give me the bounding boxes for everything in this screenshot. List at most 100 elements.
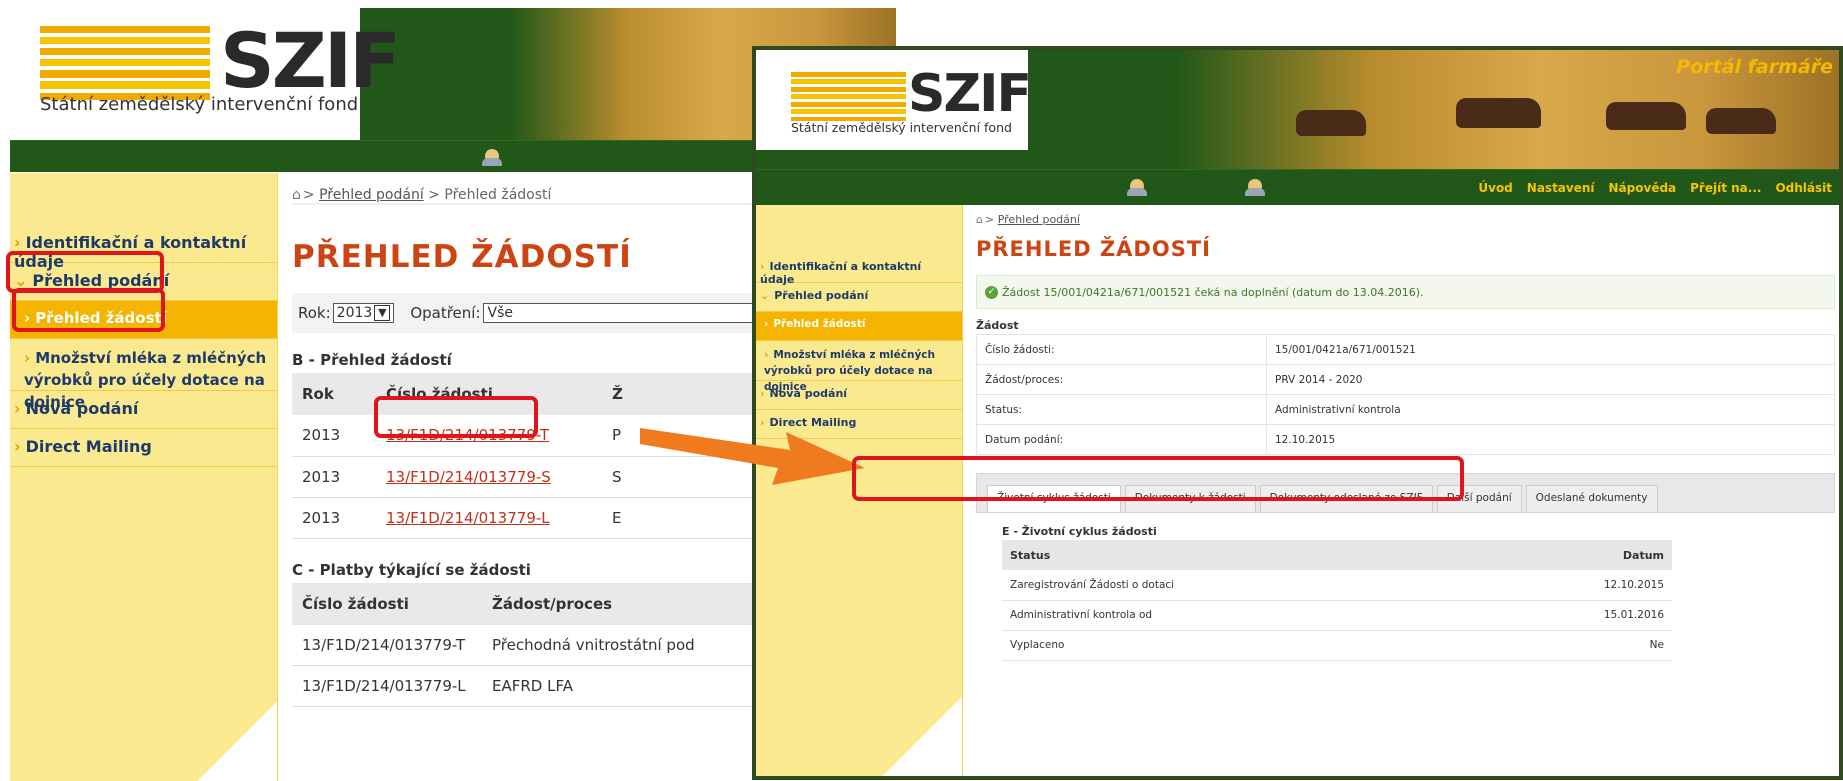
screenshot-stage: SZIF Státní zemědělský intervenční fond …	[0, 0, 1843, 781]
detail-value: 15/001/0421a/671/001521	[1266, 334, 1835, 365]
detail-value: Administrativní kontrola	[1266, 394, 1835, 425]
sidebar-item-label: Direct Mailing	[25, 437, 152, 456]
home-icon[interactable]: ⌂	[976, 213, 983, 226]
breadcrumb-link[interactable]: Přehled podání	[998, 213, 1080, 226]
sidebar-item-identification[interactable]: › Identifikační a kontaktní údaje	[756, 254, 962, 286]
sidebar-item-direct-mailing[interactable]: › Direct Mailing	[10, 429, 277, 467]
tab-bar: Životní cyklus žádosti Dokumenty k žádos…	[976, 473, 1835, 513]
request-link[interactable]: 13/F1D/214/013779-L	[376, 497, 602, 539]
sidebar-item-submissions[interactable]: ⌄ Přehled podání	[756, 283, 962, 312]
chevron-right-icon: ›	[14, 399, 21, 418]
sidebar-item-direct-mailing[interactable]: › Direct Mailing	[756, 410, 962, 439]
column-header: Datum	[1466, 540, 1672, 570]
sidebar-item-requests[interactable]: › Přehled žádostí	[756, 312, 962, 341]
cell-date: 15.01.2016	[1466, 600, 1672, 631]
zadost-table: Číslo žádosti: 15/001/0421a/671/001521 Žá…	[976, 334, 1835, 455]
chevron-right-icon: ›	[24, 349, 31, 367]
year-select[interactable]: 2013 ▼	[332, 303, 395, 323]
measure-select[interactable]: Vše	[482, 303, 783, 323]
lifecycle-title: E - Životní cyklus žádosti	[1002, 525, 1157, 538]
nav-help[interactable]: Nápověda	[1609, 181, 1677, 195]
table-row: Datum podání: 12.10.2015	[976, 424, 1835, 455]
tab-sent-documents[interactable]: Odeslané dokumenty	[1525, 485, 1658, 512]
sidebar-item-label: Přehled žádostí	[35, 309, 167, 327]
cell-date: 12.10.2015	[1466, 570, 1672, 601]
table-row: Číslo žádosti: 15/001/0421a/671/001521	[976, 334, 1835, 365]
nav-goto[interactable]: Přejít na...	[1690, 181, 1761, 195]
cell-number: 13/F1D/214/013779-T	[292, 624, 482, 666]
logo-fund-name: Státní zemědělský intervenční fond	[791, 120, 1012, 135]
notice-text: Žádost 15/001/0421a/671/001521 čeká na d…	[1002, 285, 1424, 299]
tab-documents-sent-szif[interactable]: Dokumenty odeslané ze SZIF	[1259, 485, 1433, 512]
sidebar-item-requests[interactable]: › Přehled žádostí	[10, 301, 277, 339]
nav-home[interactable]: Úvod	[1478, 181, 1512, 195]
sidebar-menu: › Identifikační a kontaktní údaje ⌄ Přehle…	[756, 254, 962, 439]
sidebar-item-label: Direct Mailing	[769, 416, 857, 429]
user-icon[interactable]	[1245, 179, 1265, 196]
table-row: Zaregistrování Žádosti o dotaci 12.10.201…	[1002, 570, 1672, 601]
year-select-value: 2013	[336, 305, 373, 321]
table-row: Žádost/proces: PRV 2014 - 2020	[976, 364, 1835, 395]
sidebar-item-label: Přehled podání	[774, 289, 869, 302]
page-title: PŘEHLED ŽÁDOSTÍ	[976, 237, 1211, 261]
cell-number: 13/F1D/214/013779-L	[292, 665, 482, 707]
table-row: Administrativní kontrola od 15.01.2016	[1002, 600, 1672, 631]
nav-menu: Úvod Nastavení Nápověda Přejít na... Odh…	[1471, 170, 1839, 206]
szif-logo[interactable]: SZIF Státní zemědělský intervenční fond	[756, 50, 1032, 150]
szif-logo[interactable]: SZIF Státní zemědělský intervenční fond	[10, 8, 401, 140]
sidebar-item-milk[interactable]: › Množství mléka z mléčných výrobků pro ú…	[10, 339, 277, 411]
detail-label: Status:	[976, 394, 1267, 425]
sidebar-item-label: Nová podání	[769, 387, 848, 400]
detail-value: 12.10.2015	[1266, 424, 1835, 455]
chevron-right-icon: ›	[760, 387, 765, 400]
breadcrumb: ⌂ > Přehled podání	[976, 213, 1080, 226]
chevron-right-icon: ›	[14, 233, 21, 252]
chevron-right-icon: ›	[760, 260, 765, 273]
sidebar-corner	[882, 696, 962, 776]
sidebar-item-label: Přehled žádostí	[773, 318, 866, 330]
chevron-right-icon: ›	[14, 437, 21, 456]
detail-value: PRV 2014 - 2020	[1266, 364, 1835, 395]
tab-documents[interactable]: Dokumenty k žádosti	[1124, 485, 1256, 512]
sidebar: › Identifikační a kontaktní údaje ⌄ Přehle…	[10, 173, 278, 781]
dropdown-arrow-icon: ▼	[374, 305, 391, 321]
header: SZIF Státní zemědělský intervenční fond …	[756, 50, 1839, 169]
nav-logout[interactable]: Odhlásit	[1775, 181, 1832, 195]
user-icon[interactable]	[482, 149, 502, 166]
detail-label: Datum podání:	[976, 424, 1267, 455]
cell-year: 2013	[292, 497, 376, 539]
chevron-right-icon: ›	[764, 349, 769, 361]
sidebar-menu: › Identifikační a kontaktní údaje ⌄ Přehle…	[10, 225, 277, 467]
user-icon[interactable]	[1127, 179, 1147, 196]
table-header-row: Status Datum	[1002, 540, 1672, 570]
nav-settings[interactable]: Nastavení	[1527, 181, 1595, 195]
tab-other-submissions[interactable]: Další podání	[1436, 485, 1522, 512]
zadost-title: Žádost	[976, 319, 1019, 332]
cow-silhouette	[1706, 108, 1776, 134]
chevron-right-icon: ›	[24, 309, 31, 327]
request-link[interactable]: 13/F1D/214/013779-S	[376, 456, 602, 498]
chevron-down-icon: ⌄	[14, 271, 28, 290]
home-icon[interactable]: ⌂	[292, 187, 301, 203]
portal-name: Portál farmáře	[1676, 56, 1833, 78]
sidebar-item-milk[interactable]: › Množství mléka z mléčných výrobků pro ú…	[756, 341, 962, 393]
column-header: Rok	[292, 373, 376, 415]
column-header: Číslo žádosti	[376, 373, 602, 415]
year-label: Rok:	[298, 304, 331, 322]
detail-label: Číslo žádosti:	[976, 334, 1267, 365]
request-link[interactable]: 13/F1D/214/013779-T	[376, 415, 602, 457]
chevron-down-icon: ⌄	[760, 289, 770, 302]
breadcrumb-current: Přehled žádostí	[444, 187, 552, 203]
tab-lifecycle[interactable]: Životní cyklus žádosti	[987, 485, 1121, 512]
sidebar-item-identification[interactable]: › Identifikační a kontaktní údaje	[10, 225, 277, 271]
breadcrumb-link[interactable]: Přehled podání	[319, 187, 424, 203]
chevron-right-icon: ›	[764, 318, 769, 330]
sidebar-item-label: Přehled podání	[32, 271, 170, 290]
table-row: Status: Administrativní kontrola	[976, 394, 1835, 425]
sidebar-corner	[197, 701, 277, 781]
right-window: SZIF Státní zemědělský intervenční fond …	[752, 46, 1843, 780]
cow-silhouette	[1456, 98, 1541, 128]
chevron-right-icon: ›	[760, 416, 765, 429]
status-notice: ✓ Žádost 15/001/0421a/671/001521 čeká na …	[976, 275, 1835, 309]
cow-silhouette	[1606, 102, 1686, 130]
